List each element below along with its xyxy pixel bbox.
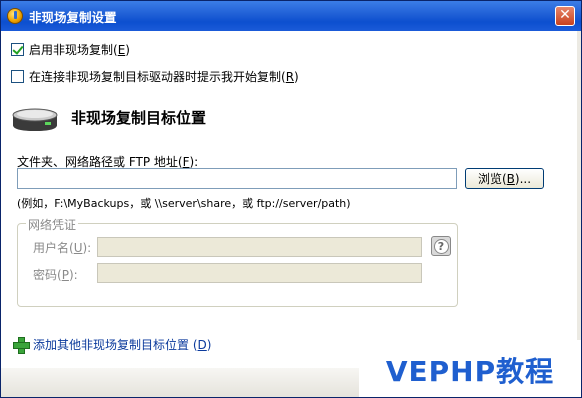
app-icon [7,8,23,24]
section-heading: 非现场复制目标位置 [71,108,207,127]
add-target-location-link[interactable]: 添加其他非现场复制目标位置 (D) [13,336,212,354]
window-title: 非现场复制设置 [29,9,117,25]
network-credentials-group: 网络凭证 用户名(U): ? 密码(P): [17,216,458,307]
window-right-edge [577,31,581,368]
plus-icon [13,337,30,354]
add-target-location-label: 添加其他非现场复制目标位置 (D) [33,338,212,352]
drive-icon [12,108,58,131]
prompt-on-connect-checkbox[interactable] [11,70,24,83]
browse-button[interactable]: 浏览(B)... [465,168,544,189]
watermark: VEPHP教程 [359,340,581,397]
path-input[interactable] [17,168,457,189]
path-example-text: (例如，F:\MyBackups，或 \\server\share，或 ftp:… [17,197,351,210]
username-field[interactable] [97,237,422,257]
prompt-on-connect-option[interactable]: 在连接非现场复制目标驱动器时提示我开始复制(R) [11,68,299,85]
enable-offsite-copy-label: 启用非现场复制(E) [29,43,130,57]
prompt-on-connect-label: 在连接非现场复制目标驱动器时提示我开始复制(R) [29,70,299,84]
help-icon[interactable]: ? [431,236,451,256]
password-field[interactable] [97,263,422,283]
offsite-copy-settings-dialog: 非现场复制设置 ✕ 启用非现场复制(E) 在连接非现场复制目标驱动器时提示我开始… [0,0,582,398]
password-label: 密码(P): [33,268,78,282]
enable-offsite-copy-option[interactable]: 启用非现场复制(E) [11,41,130,58]
enable-offsite-copy-checkbox[interactable] [11,43,24,56]
username-label: 用户名(U): [33,241,92,255]
credentials-group-title: 网络凭证 [26,216,79,233]
close-button[interactable]: ✕ [555,6,575,26]
title-bar: 非现场复制设置 ✕ [1,1,581,31]
target-location-section: 非现场复制目标位置 [11,101,206,133]
